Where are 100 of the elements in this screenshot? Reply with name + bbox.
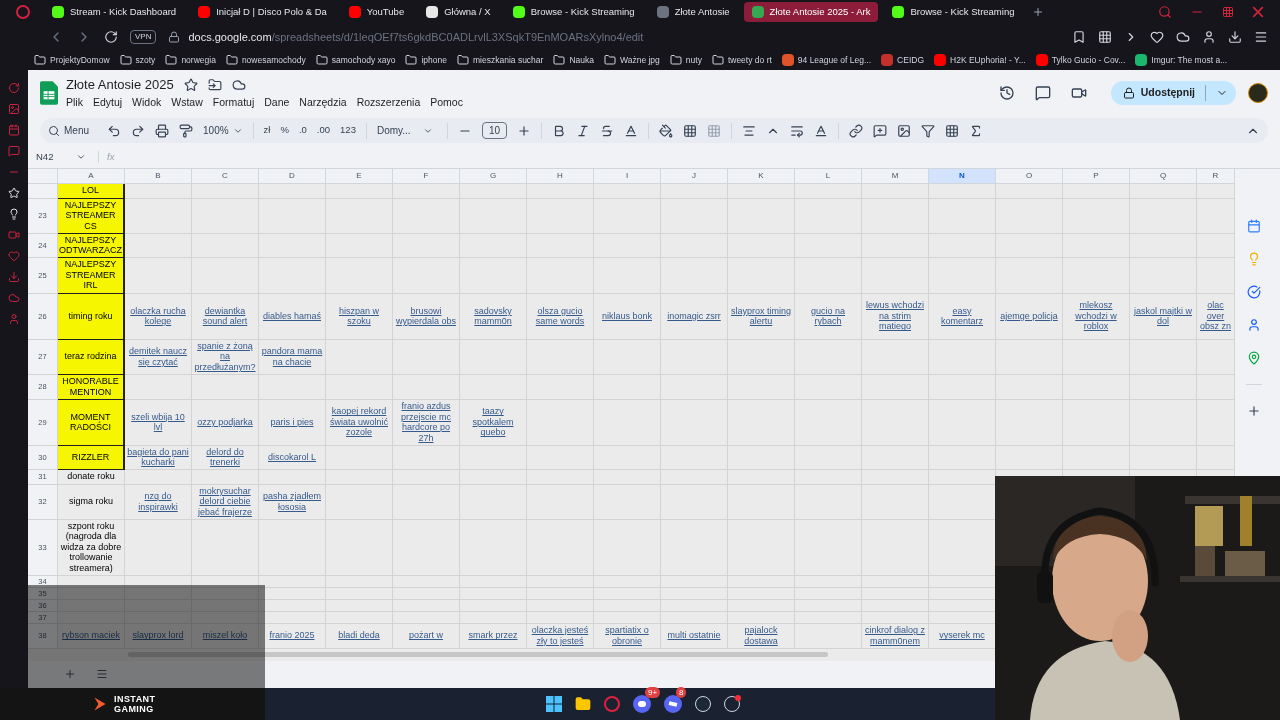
menu-item[interactable]: Plik [66,94,83,111]
cell-link[interactable]: pandora mama na chacie [261,346,323,368]
filter-views-icon[interactable] [945,123,960,138]
increase-font-icon[interactable] [517,123,532,138]
cloud-icon[interactable] [231,78,246,93]
menu-item[interactable]: Edytuj [92,94,123,111]
bold-icon[interactable] [552,123,567,138]
move-folder-icon[interactable] [207,78,222,93]
cell-link[interactable]: gucio na rybach [797,305,859,327]
bookmark-item[interactable]: Imgur: The most a... [1135,53,1228,67]
wrap-icon[interactable] [790,123,805,138]
horizontal-scrollbar[interactable] [128,652,828,658]
bookmark-item[interactable]: Ważne jpg [603,53,660,67]
bookmark-item[interactable]: nuty [669,53,702,67]
vpn-badge[interactable]: VPN [130,30,157,44]
cell-link[interactable]: olsza gucio same words [529,305,591,327]
menu-item[interactable]: Wstaw [171,94,203,111]
cell-link[interactable]: hiszpan w szoku [328,305,390,327]
currency-format-button[interactable]: zł [263,123,271,138]
document-title[interactable]: Złote Antosie 2025 [66,75,174,95]
cell-link[interactable]: kaopej rekord świata uwolnić zozole [328,406,390,438]
bookmark-item[interactable]: Nauka [553,53,594,67]
column-header[interactable]: D [259,168,326,183]
add-icon[interactable] [1246,403,1261,418]
windows-start-icon[interactable] [546,696,562,712]
cell-link[interactable]: szeli wbija 10 lvl [127,411,189,433]
cell-link[interactable]: olaczka rucha kolege [127,305,189,327]
bookmark-item[interactable]: samochody xayo [315,53,396,67]
bookmark-item[interactable]: H2K EUphoria! - Y... [934,53,1026,67]
browser-tab[interactable]: Stream - Kick Dashboard [44,2,185,22]
menu-item[interactable]: Widok [132,94,162,111]
cell-link[interactable]: dewiantka sound alert [194,305,256,327]
cell-link[interactable]: multi ostatnie [667,630,721,641]
cell-link[interactable]: slayprox timing alertu [730,305,792,327]
column-header[interactable]: J [661,168,728,183]
search-icon[interactable] [1158,5,1172,19]
browser-tab[interactable]: YouTube [340,2,413,22]
cell-link[interactable]: discokarol L [268,451,316,463]
cell-link[interactable]: ozzy podjarka [197,416,253,428]
cell-link[interactable]: pasha zjadłem łososia [261,491,323,513]
paint-format-icon[interactable] [179,123,193,138]
cell-link[interactable]: diables hamaś [262,310,321,322]
column-header[interactable]: G [460,168,527,183]
column-header[interactable]: A [58,168,125,183]
cell-link[interactable]: demitek naucz się czytać [127,346,189,368]
browser-tab[interactable]: Inicjał D | Disco Polo & Da [190,2,335,22]
menu-item[interactable]: Narzędzia [299,94,347,111]
menu-icon[interactable] [1254,30,1268,44]
cell-link[interactable]: pajalock dostawa [730,625,792,647]
cell-link[interactable]: easy komentarz [931,305,993,327]
undo-icon[interactable] [107,123,121,138]
column-header[interactable]: K [728,168,795,183]
percent-format-button[interactable]: % [280,123,289,138]
bookmark-item[interactable]: 94 League of Leg... [781,53,872,67]
column-header[interactable]: F [393,168,460,183]
cell-link[interactable]: franio 2025 [269,630,315,641]
font-size-field[interactable]: 10 [481,122,508,139]
strikethrough-icon[interactable] [600,123,615,138]
cell-link[interactable]: paris i pies [270,416,314,428]
maximize-icon[interactable] [1222,6,1234,18]
bookmark-item[interactable]: norwegia [165,53,216,67]
browser-tab[interactable]: Złote Antosie [648,2,738,22]
download-icon[interactable] [1228,30,1242,44]
cell-link[interactable]: mokrysuchar delord ciebie jebać frajerze [194,485,256,518]
address-field[interactable]: docs.google.com/spreadsheets/d/1leqOEf7ts6gkdBC0ADLrvlL3XSqkT9EnMOARsXylno4/edit [188,28,644,46]
link-icon[interactable] [849,123,864,138]
browser-tab[interactable]: Browse - Kick Streaming [884,2,1023,22]
cell-link[interactable]: franio azdus przejscie mc hardcore po 27h [395,401,457,444]
column-header[interactable]: O [996,168,1063,183]
increase-decimals-button[interactable]: .00 [316,123,331,138]
number-format-button[interactable]: 123 [340,123,356,138]
menu-item[interactable]: Pomoc [430,94,463,111]
cell-link[interactable]: spanie z żoną na przedłużanym? [194,340,256,373]
browser-app-icon[interactable] [604,696,620,712]
column-header[interactable]: Q [1130,168,1197,183]
cell-link[interactable]: smark przez [468,630,518,641]
cell-link[interactable]: olac over obsz zn [1199,300,1232,332]
fill-color-icon[interactable] [659,123,674,138]
cell-link[interactable]: delord do trenerki [194,446,256,468]
reload-icon[interactable] [104,30,118,44]
cell-link[interactable]: spartiatix o obronie [596,625,658,647]
column-header[interactable]: B [125,168,192,183]
italic-icon[interactable] [576,123,591,138]
cell-link[interactable]: nzq do inspirawki [127,491,189,513]
cell-link[interactable]: inomagic zsrr [667,310,721,322]
decrease-decimals-button[interactable]: .0 [298,123,307,138]
extensions-icon[interactable] [1176,30,1190,44]
calendar-icon[interactable] [1246,218,1261,233]
new-tab-icon[interactable] [1032,6,1045,18]
contacts-icon[interactable] [1246,317,1261,332]
redo-icon[interactable] [131,123,145,138]
cell-link[interactable]: bagieta do pani kucharki [127,446,189,468]
file-explorer-icon[interactable] [575,696,591,712]
column-header[interactable]: E [326,168,393,183]
menu-item[interactable]: Formatuj [212,94,255,111]
profile-icon[interactable] [1202,30,1216,44]
menu-search-field[interactable]: Menu [48,123,97,138]
star-icon[interactable] [183,78,198,93]
print-icon[interactable] [155,123,169,138]
column-header[interactable]: I [594,168,661,183]
